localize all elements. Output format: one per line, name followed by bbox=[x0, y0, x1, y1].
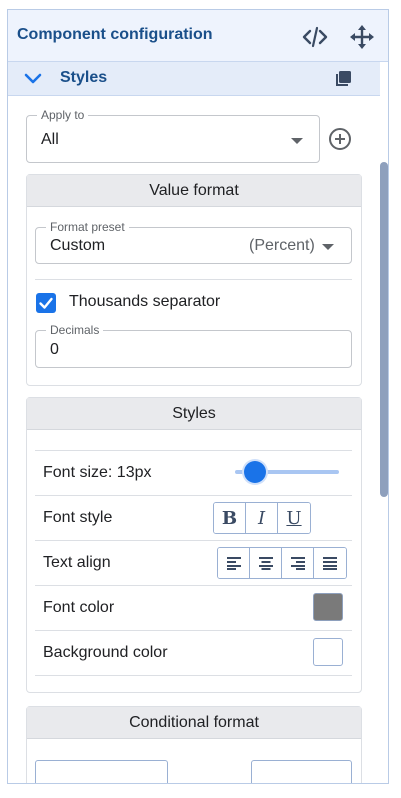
conditional-format-button-right[interactable] bbox=[251, 760, 352, 783]
value-format-card: Value format Format preset Custom (Perce… bbox=[26, 174, 362, 386]
conditional-format-button-left[interactable] bbox=[35, 760, 168, 783]
background-color-swatch[interactable] bbox=[313, 638, 343, 666]
apply-to-legend: Apply to bbox=[37, 108, 89, 122]
text-align-label: Text align bbox=[43, 554, 111, 571]
thousands-separator-checkbox[interactable] bbox=[36, 293, 56, 313]
font-style-button-group: B I U bbox=[213, 502, 311, 534]
conditional-format-title: Conditional format bbox=[27, 707, 361, 739]
font-size-label: Font size: 13px bbox=[43, 464, 152, 481]
styles-title: Styles bbox=[27, 398, 361, 430]
underline-button[interactable]: U bbox=[278, 503, 310, 533]
value-format-title: Value format bbox=[27, 175, 361, 207]
text-align-button-group bbox=[217, 547, 347, 579]
dropdown-caret-icon bbox=[322, 244, 334, 250]
section-title: Styles bbox=[60, 69, 108, 86]
thousands-separator-label: Thousands separator bbox=[69, 293, 221, 310]
apply-to-select[interactable]: Apply to All bbox=[26, 108, 320, 163]
align-center-icon[interactable] bbox=[250, 548, 282, 578]
panel-header: Component configuration bbox=[8, 10, 388, 62]
divider bbox=[35, 675, 352, 676]
check-icon bbox=[39, 297, 53, 309]
italic-button[interactable]: I bbox=[246, 503, 278, 533]
dropdown-caret-icon bbox=[291, 138, 303, 144]
bold-button[interactable]: B bbox=[214, 503, 246, 533]
divider bbox=[35, 279, 352, 280]
format-preset-value: Custom bbox=[50, 237, 106, 254]
decimals-input[interactable]: Decimals 0 bbox=[35, 323, 352, 368]
align-right-icon[interactable] bbox=[282, 548, 314, 578]
align-justify-icon[interactable] bbox=[314, 548, 346, 578]
format-preset-select[interactable]: Format preset Custom (Percent) bbox=[35, 220, 352, 264]
divider bbox=[35, 450, 352, 451]
chevron-down-icon[interactable] bbox=[23, 69, 43, 89]
apply-to-value: All bbox=[41, 131, 59, 148]
format-preset-legend: Format preset bbox=[46, 220, 129, 234]
component-configuration-panel: Component configuration Styles Apply to … bbox=[7, 9, 389, 784]
format-preset-suffix: (Percent) bbox=[249, 237, 315, 254]
decimals-value: 0 bbox=[50, 341, 59, 358]
font-style-label: Font style bbox=[43, 509, 113, 526]
panel-title: Component configuration bbox=[17, 26, 213, 43]
scrollbar-thumb[interactable] bbox=[380, 162, 388, 497]
copy-icon[interactable] bbox=[334, 70, 352, 88]
divider bbox=[35, 585, 352, 586]
font-size-slider-thumb[interactable] bbox=[244, 461, 266, 483]
divider bbox=[35, 495, 352, 496]
styles-card: Styles Font size: 13px Font style B I U … bbox=[26, 397, 362, 693]
move-icon[interactable] bbox=[348, 24, 376, 50]
font-color-swatch[interactable] bbox=[313, 593, 343, 621]
divider bbox=[35, 540, 352, 541]
background-color-label: Background color bbox=[43, 644, 168, 661]
code-icon[interactable] bbox=[301, 24, 329, 50]
conditional-format-card: Conditional format bbox=[26, 706, 362, 783]
align-left-icon[interactable] bbox=[218, 548, 250, 578]
add-circle-icon[interactable] bbox=[328, 127, 352, 151]
divider bbox=[35, 630, 352, 631]
decimals-legend: Decimals bbox=[46, 323, 104, 337]
font-color-label: Font color bbox=[43, 599, 115, 616]
styles-section-header[interactable]: Styles bbox=[8, 62, 380, 96]
